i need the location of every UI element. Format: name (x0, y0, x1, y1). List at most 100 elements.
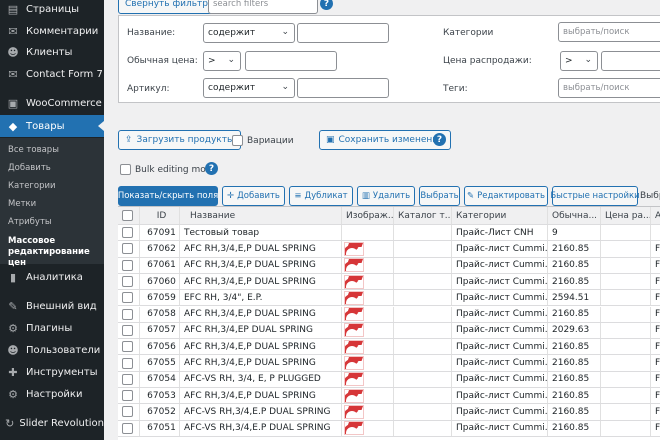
variations-checkbox[interactable] (232, 135, 243, 146)
cell-catalog[interactable] (394, 355, 452, 371)
cell-categories[interactable]: Прайс-лист Cummi... (452, 404, 548, 420)
cell-sale-price[interactable] (601, 241, 651, 257)
table-row[interactable]: 67054 AFC-VS RH, 3/4, E, P PLUGGED Прайс-л… (118, 371, 660, 388)
sidebar-item-slider[interactable]: ↻ Slider Revolution (0, 412, 104, 434)
cell-sale-price[interactable] (601, 306, 651, 322)
cell-categories[interactable]: Прайс-лист Cummi... (452, 371, 548, 387)
cell-sale-price[interactable] (601, 290, 651, 306)
sale-price-filter-input[interactable] (601, 51, 660, 71)
col-header-name[interactable]: Название (180, 207, 342, 224)
cell-name[interactable]: AFC RH,3/4,E,P DUAL SPRING (180, 339, 342, 355)
table-row[interactable]: 67091 Тестовый товар Прайс-Лист CNH 9 (118, 225, 660, 242)
sku-filter-input[interactable] (297, 78, 389, 98)
select-button[interactable]: Выбрать (419, 186, 460, 206)
cell-id[interactable]: 67062 (140, 241, 180, 257)
cell-sale-price[interactable] (601, 404, 651, 420)
cell-categories[interactable]: Прайс-лист Cummi... (452, 355, 548, 371)
cell-extra[interactable]: F (651, 355, 660, 370)
cell-name[interactable]: EFC RH, 3/4", E.P. (180, 290, 342, 306)
cell-sale-price[interactable] (601, 225, 651, 241)
cell-extra[interactable]: F (651, 258, 660, 273)
cell-catalog[interactable] (394, 388, 452, 404)
price-operator-select[interactable]: > ⌄ (203, 51, 241, 71)
cell-name[interactable]: AFC RH,3/4,E,P DUAL SPRING (180, 355, 342, 371)
sidebar-item-user[interactable]: ☻ Пользователи (0, 339, 104, 361)
table-row[interactable]: 67058 AFC RH,3/4,E,P DUAL SPRING Прайс-лис… (118, 306, 660, 323)
sidebar-item-plugins[interactable]: ⚙ Плагины (0, 317, 104, 339)
price-filter-input[interactable] (245, 51, 337, 71)
cell-categories[interactable]: Прайс-лист Cummi... (452, 420, 548, 436)
cell-categories[interactable]: Прайс-лист Cummi... (452, 306, 548, 322)
sidebar-item-analytics[interactable]: ▮ Аналитика (0, 266, 104, 288)
table-row[interactable]: 67061 AFC RH,3/4,E,P DUAL SPRING Прайс-лис… (118, 257, 660, 274)
row-checkbox[interactable] (122, 373, 133, 385)
cell-extra[interactable]: F (651, 307, 660, 322)
row-checkbox[interactable] (122, 341, 133, 353)
cell-name[interactable]: AFC RH,3/4,E,P DUAL SPRING (180, 241, 342, 257)
table-row[interactable]: 67055 AFC RH,3/4,E,P DUAL SPRING Прайс-лис… (118, 355, 660, 372)
cell-sale-price[interactable] (601, 355, 651, 371)
cell-sale-price[interactable] (601, 388, 651, 404)
cell-image[interactable] (342, 388, 394, 404)
sale-price-operator-select[interactable]: > ⌄ (560, 51, 598, 71)
table-row[interactable]: 67060 AFC RH,3/4,E,P DUAL SPRING Прайс-лис… (118, 273, 660, 291)
cell-regular-price[interactable]: 2160.85 (548, 355, 601, 371)
cell-extra[interactable]: F (651, 388, 660, 403)
col-header-categories[interactable]: Категории (452, 207, 548, 224)
sidebar-item-tools[interactable]: ✚ Инструменты (0, 361, 104, 383)
table-row[interactable]: 67056 AFC RH,3/4,E,P DUAL SPRING Прайс-лис… (118, 339, 660, 356)
cell-sale-price[interactable] (601, 322, 651, 339)
col-header-regular-price[interactable]: Обычна... (548, 207, 601, 224)
cell-regular-price[interactable]: 2594.51 (548, 290, 601, 306)
cell-categories[interactable]: Прайс-лист Cummi... (452, 273, 548, 290)
load-products-button[interactable]: ⇪ Загрузить продукты (118, 130, 242, 150)
cell-regular-price[interactable]: 9 (548, 225, 601, 241)
cell-sale-price[interactable] (601, 371, 651, 387)
cell-categories[interactable]: Прайс-лист Cummi... (452, 290, 548, 306)
cell-image[interactable] (342, 404, 394, 420)
delete-button[interactable]: ▥ Удалить (357, 186, 415, 206)
cell-catalog[interactable] (394, 306, 452, 322)
cell-id[interactable]: 67059 (140, 290, 180, 306)
duplicate-button[interactable]: ≡ Дубликат (289, 186, 353, 206)
save-changes-button[interactable]: ▣ Сохранить изменение (319, 130, 451, 150)
cell-image[interactable] (342, 290, 394, 306)
cell-regular-price[interactable]: 2160.85 (548, 371, 601, 387)
cell-image[interactable] (342, 355, 394, 371)
cell-id[interactable]: 67053 (140, 388, 180, 404)
cell-categories[interactable]: Прайс-лист Cummi... (452, 257, 548, 273)
cell-sale-price[interactable] (601, 257, 651, 273)
cell-sale-price[interactable] (601, 339, 651, 355)
cell-name[interactable]: Тестовый товар (180, 225, 342, 241)
help-icon[interactable]: ? (320, 0, 333, 10)
col-header-sale-price[interactable]: Цена ра... (601, 207, 651, 224)
cell-categories[interactable]: Прайс-лист Cummi... (452, 388, 548, 404)
sidebar-item-woocommerce[interactable]: ▣ WooCommerce (0, 92, 104, 114)
row-checkbox[interactable] (122, 390, 133, 402)
sidebar-item-users[interactable]: ☻ Клиенты (0, 41, 104, 63)
row-checkbox[interactable] (122, 243, 133, 255)
cell-catalog[interactable] (394, 225, 452, 241)
cell-name[interactable]: AFC RH,3/4,E,P DUAL SPRING (180, 257, 342, 273)
sidebar-item-products[interactable]: ◆ Товары (0, 115, 104, 137)
cell-sale-price[interactable] (601, 420, 651, 436)
categories-filter-input[interactable]: выбрать/поиск (558, 22, 660, 42)
table-row[interactable]: 67053 AFC RH,3/4,E,P DUAL SPRING Прайс-лис… (118, 388, 660, 405)
cell-sale-price[interactable] (601, 273, 651, 290)
cell-name[interactable]: AFC RH,3/4,E,P DUAL SPRING (180, 273, 342, 290)
cell-image[interactable] (342, 225, 394, 241)
cell-name[interactable]: AFC-VS RH,3/4,E.P DUAL SPRING (180, 404, 342, 420)
cell-catalog[interactable] (394, 371, 452, 387)
submenu-item-2[interactable]: Категории (8, 181, 56, 191)
table-row[interactable]: 67062 AFC RH,3/4,E,P DUAL SPRING Прайс-лис… (118, 241, 660, 258)
cell-catalog[interactable] (394, 290, 452, 306)
col-header-extra[interactable]: А (651, 207, 660, 224)
cell-id[interactable]: 67061 (140, 257, 180, 273)
cell-id[interactable]: 67052 (140, 404, 180, 420)
add-button[interactable]: ✛ Добавить (222, 186, 285, 206)
row-checkbox[interactable] (122, 357, 133, 369)
quick-settings-button[interactable]: Быстрые настройки (550, 186, 640, 206)
cell-image[interactable] (342, 241, 394, 257)
cell-categories[interactable]: Прайс-лист Cummi... (452, 322, 548, 339)
cell-extra[interactable]: F (651, 421, 660, 436)
